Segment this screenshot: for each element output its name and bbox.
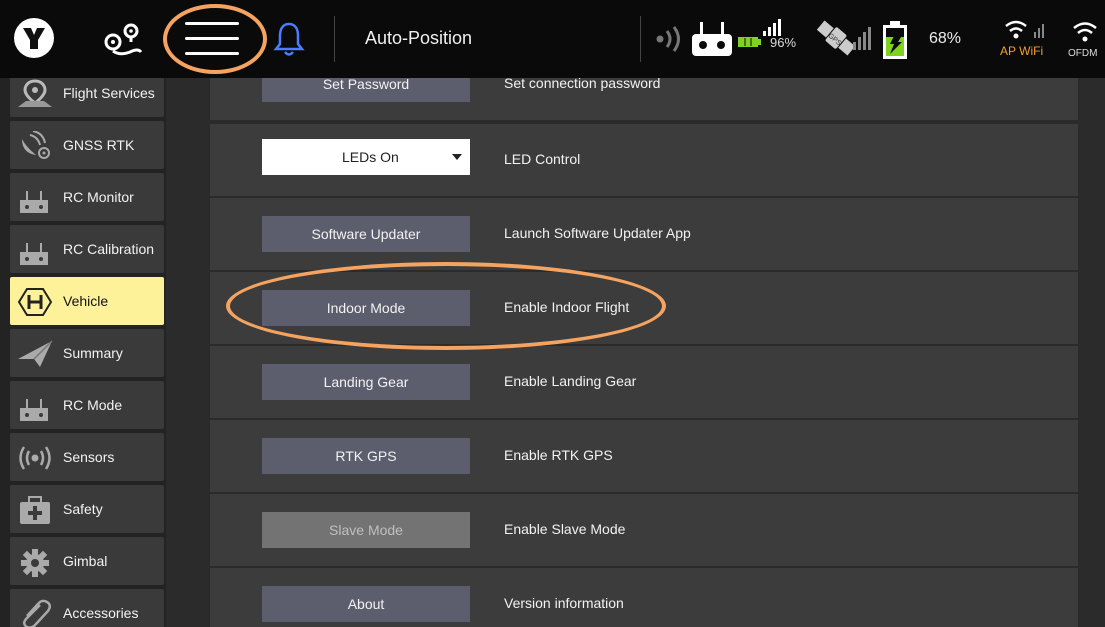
sidebar-item-sensors[interactable]: Sensors	[10, 433, 164, 481]
ap-wifi-indicator: AP WiFi	[1000, 18, 1050, 62]
sidebar-item-label: Gimbal	[63, 553, 108, 569]
sidebar-item-label: RC Monitor	[63, 189, 134, 205]
row-description: Enable RTK GPS	[504, 447, 613, 463]
sidebar-item-vehicle[interactable]: Vehicle	[10, 277, 164, 325]
ofdm-indicator: OFDM	[1068, 18, 1102, 62]
remote-controller-icon	[20, 399, 48, 421]
row-description: Version information	[504, 595, 624, 611]
paperclip-icon	[23, 599, 51, 627]
sidebar-item-label: RC Mode	[63, 397, 123, 413]
software-updater-button[interactable]: Software Updater	[262, 216, 470, 252]
gear-icon	[21, 549, 49, 577]
remote-controller-icon	[690, 20, 734, 58]
settings-sidebar: Flight Services GNSS RTK RC Monitor RC C…	[0, 78, 166, 627]
about-button[interactable]: About	[262, 586, 470, 622]
rc-battery-percent: 96%	[770, 35, 797, 50]
sidebar-item-gnss-rtk[interactable]: GNSS RTK	[10, 121, 164, 169]
row-description: Launch Software Updater App	[504, 225, 691, 241]
set-password-button[interactable]: Set Password	[262, 78, 470, 102]
rtk-gps-button[interactable]: RTK GPS	[262, 438, 470, 474]
list-item: LEDs On LED Control	[210, 124, 1078, 196]
rc-battery-icon	[737, 35, 761, 47]
select-value: LEDs On	[342, 149, 399, 165]
sidebar-item-gimbal[interactable]: Gimbal	[10, 537, 164, 585]
list-item: Software Updater Launch Software Updater…	[210, 198, 1078, 270]
dropdown-caret-icon	[452, 154, 462, 160]
remote-controller-icon	[20, 243, 48, 265]
sidebar-item-rc-monitor[interactable]: RC Monitor	[10, 173, 164, 221]
row-description: Enable Landing Gear	[504, 373, 637, 389]
remote-controller-icon	[20, 191, 48, 213]
sidebar-item-label: Accessories	[63, 605, 139, 621]
sidebar-item-label: RC Calibration	[63, 241, 155, 257]
radio-waves-icon	[19, 446, 51, 470]
row-description: Enable Slave Mode	[504, 521, 626, 537]
led-control-select[interactable]: LEDs On	[262, 139, 470, 175]
sidebar-item-label: Vehicle	[63, 293, 109, 309]
sidebar-item-label: Flight Services	[63, 85, 155, 101]
wifi-icon	[1005, 20, 1044, 39]
signal-bars-icon	[763, 18, 785, 36]
list-item: Slave Mode Enable Slave Mode	[210, 494, 1078, 566]
sidebar-item-summary[interactable]: Summary	[10, 329, 164, 377]
sidebar-item-accessories[interactable]: Accessories	[10, 589, 164, 627]
slave-mode-button[interactable]: Slave Mode	[262, 512, 470, 548]
map-pin-icon	[18, 79, 52, 107]
aircraft-battery-percent: 68%	[929, 30, 962, 47]
sidebar-item-rc-mode[interactable]: RC Mode	[10, 381, 164, 429]
gps-signal-bars-icon	[853, 26, 873, 50]
rc-signal-icon	[652, 24, 684, 54]
list-item: About Version information	[210, 568, 1078, 627]
paper-plane-icon	[18, 340, 53, 367]
list-item: RTK GPS Enable RTK GPS	[210, 420, 1078, 492]
sidebar-item-label: Safety	[63, 501, 103, 517]
row-description: Set connection password	[504, 78, 661, 91]
divider	[640, 16, 641, 62]
sidebar-item-label: Sensors	[63, 449, 115, 465]
hexagon-h-icon	[17, 288, 53, 316]
first-aid-kit-icon	[20, 496, 50, 524]
bell-icon[interactable]	[272, 20, 306, 58]
vehicle-settings-panel: Set Password Set connection password LED…	[166, 78, 1105, 627]
sidebar-item-label: Summary	[63, 345, 123, 361]
ap-wifi-label: AP WiFi	[1000, 44, 1044, 58]
flight-mode-title: Auto-Position	[365, 28, 473, 48]
satellite-icon	[22, 131, 50, 159]
wifi-icon	[1073, 22, 1097, 42]
list-item: Landing Gear Enable Landing Gear	[210, 346, 1078, 418]
list-item: Set Password Set connection password	[210, 78, 1078, 120]
row-description: LED Control	[504, 151, 581, 167]
highlight-ellipse-indoor-mode	[226, 262, 666, 350]
sidebar-item-flight-services[interactable]: Flight Services	[10, 78, 164, 117]
aircraft-battery-icon	[882, 20, 908, 60]
sidebar-item-label: GNSS RTK	[63, 137, 135, 153]
highlight-ellipse-menu	[163, 4, 267, 74]
sidebar-item-rc-calibration[interactable]: RC Calibration	[10, 225, 164, 273]
map-route-icon[interactable]	[100, 20, 146, 60]
divider	[334, 16, 335, 62]
sidebar-item-safety[interactable]: Safety	[10, 485, 164, 533]
ofdm-label: OFDM	[1068, 48, 1098, 59]
landing-gear-button[interactable]: Landing Gear	[262, 364, 470, 400]
home-logo-icon[interactable]	[14, 18, 54, 58]
